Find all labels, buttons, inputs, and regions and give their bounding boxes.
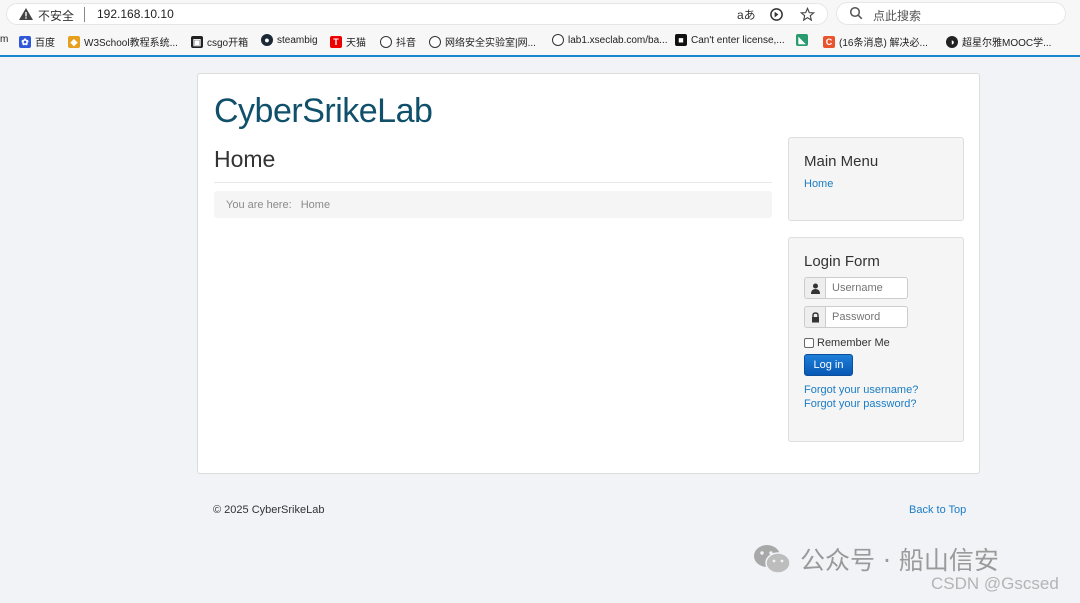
menu-link-home[interactable]: Home bbox=[804, 178, 833, 190]
app-icon: ◣ bbox=[796, 34, 808, 46]
lock-icon bbox=[804, 306, 825, 328]
bookmark-item[interactable]: lab1.xseclab.com/ba... bbox=[552, 34, 668, 46]
bookmark-label: Can't enter license,... bbox=[691, 34, 785, 46]
bookmark-label: W3School教程系统... bbox=[84, 38, 178, 49]
tmall-icon: T bbox=[330, 35, 342, 48]
login-form-title: Login Form bbox=[804, 253, 880, 270]
read-aloud-icon[interactable]: aあ bbox=[737, 6, 756, 23]
bookmark-item[interactable]: ▣ csgo开箱 bbox=[191, 34, 248, 49]
breadcrumb: You are here: Home bbox=[214, 191, 772, 218]
bookmark-label: csgo开箱 bbox=[207, 38, 249, 49]
bookmark-label: 网络安全实验室|网... bbox=[445, 38, 536, 49]
globe-icon bbox=[552, 34, 564, 46]
back-to-top-link[interactable]: Back to Top bbox=[909, 504, 966, 516]
warning-icon[interactable] bbox=[18, 6, 34, 22]
bookmark-label: 百度 bbox=[35, 38, 55, 49]
login-form-module: Login Form Remember Me Log in Forgot you… bbox=[788, 237, 964, 442]
forgot-username-link[interactable]: Forgot your username? bbox=[804, 384, 918, 396]
remember-me-label: Remember Me bbox=[817, 337, 890, 349]
title-divider bbox=[214, 182, 772, 183]
search-box[interactable]: 点此搜索 bbox=[836, 2, 1066, 25]
watermark: 公众号 · 船山信安 bbox=[752, 541, 999, 577]
site-brand[interactable]: CyberSrikeLab bbox=[214, 92, 433, 131]
csdn-icon: C bbox=[823, 35, 835, 48]
forgot-password-link[interactable]: Forgot your password? bbox=[804, 398, 917, 410]
csgo-icon: ▣ bbox=[191, 35, 203, 48]
bookmark-label: lab1.xseclab.com/ba... bbox=[568, 34, 668, 46]
main-menu-module: Main Menu Home bbox=[788, 137, 964, 221]
bookmark-item[interactable]: ● steambig bbox=[261, 34, 318, 46]
page-container: CyberSrikeLab Home You are here: Home Ma… bbox=[197, 73, 980, 474]
url-text[interactable]: 192.168.10.10 bbox=[97, 7, 174, 21]
security-label[interactable]: 不安全 bbox=[38, 7, 74, 24]
bookmark-label: steambig bbox=[277, 34, 318, 46]
bookmark-label: 超星尔雅MOOC学... bbox=[962, 38, 1052, 49]
favorite-star-icon[interactable] bbox=[800, 7, 815, 22]
username-input[interactable] bbox=[825, 277, 908, 299]
csdn-watermark: CSDN @Gscsed bbox=[931, 574, 1059, 593]
search-icon bbox=[849, 6, 863, 20]
remember-me-checkbox[interactable] bbox=[804, 338, 814, 348]
breadcrumb-prefix: You are here: bbox=[226, 199, 292, 211]
login-button[interactable]: Log in bbox=[804, 354, 853, 376]
remember-me[interactable]: Remember Me bbox=[804, 337, 890, 349]
bookmark-item[interactable]: ■ Can't enter license,... bbox=[675, 34, 785, 46]
bookmark-item[interactable]: T 天猫 bbox=[330, 34, 366, 49]
bookmark-item[interactable]: ◣ bbox=[796, 34, 812, 46]
w3school-icon: ◆ bbox=[68, 35, 80, 48]
username-row bbox=[804, 277, 908, 299]
bookmark-item[interactable]: 网络安全实验室|网... bbox=[429, 34, 536, 49]
baidu-paw-icon: ✿ bbox=[19, 35, 31, 48]
browser-chrome: 不安全 192.168.10.10 aあ 点此搜索 m ✿ 百度 ◆ W3Schoo… bbox=[0, 0, 1080, 57]
bookmark-item[interactable]: C (16条消息) 解决必... bbox=[823, 34, 928, 49]
bookmark-label: 抖音 bbox=[396, 38, 416, 49]
bookmark-item[interactable]: 抖音 bbox=[380, 34, 416, 49]
bookmark-item[interactable]: ◆ W3School教程系统... bbox=[68, 34, 178, 49]
bookmark-item[interactable]: ✿ 百度 bbox=[19, 34, 55, 49]
bookmark-label: m bbox=[0, 34, 9, 45]
bookmark-label: (16条消息) 解决必... bbox=[839, 38, 928, 49]
user-icon bbox=[804, 277, 825, 299]
bookmark-label: 天猫 bbox=[346, 38, 366, 49]
footer-copyright: © 2025 CyberSrikeLab bbox=[213, 504, 325, 516]
jetbrains-icon: ■ bbox=[675, 34, 687, 46]
globe-icon bbox=[380, 35, 392, 48]
watermark-text: 公众号 · 船山信安 bbox=[800, 546, 999, 575]
password-input[interactable] bbox=[825, 306, 908, 328]
page-title: Home bbox=[214, 146, 276, 172]
address-divider bbox=[84, 7, 85, 22]
wechat-icon bbox=[754, 545, 791, 574]
password-row bbox=[804, 306, 908, 328]
steam-icon: ● bbox=[261, 34, 273, 46]
bookmark-item[interactable]: m bbox=[0, 34, 8, 45]
mooc-icon: ◑ bbox=[946, 35, 958, 48]
bookmark-item[interactable]: ◑ 超星尔雅MOOC学... bbox=[946, 34, 1051, 49]
bookmarks-bar: m ✿ 百度 ◆ W3School教程系统... ▣ csgo开箱 ● steambig… bbox=[0, 31, 1080, 53]
search-placeholder: 点此搜索 bbox=[873, 9, 922, 23]
refresh-icon[interactable] bbox=[769, 7, 784, 22]
address-bar[interactable]: 不安全 192.168.10.10 aあ bbox=[6, 3, 828, 25]
breadcrumb-current: Home bbox=[300, 199, 331, 211]
globe-icon bbox=[429, 35, 441, 48]
main-menu-title: Main Menu bbox=[804, 153, 879, 170]
